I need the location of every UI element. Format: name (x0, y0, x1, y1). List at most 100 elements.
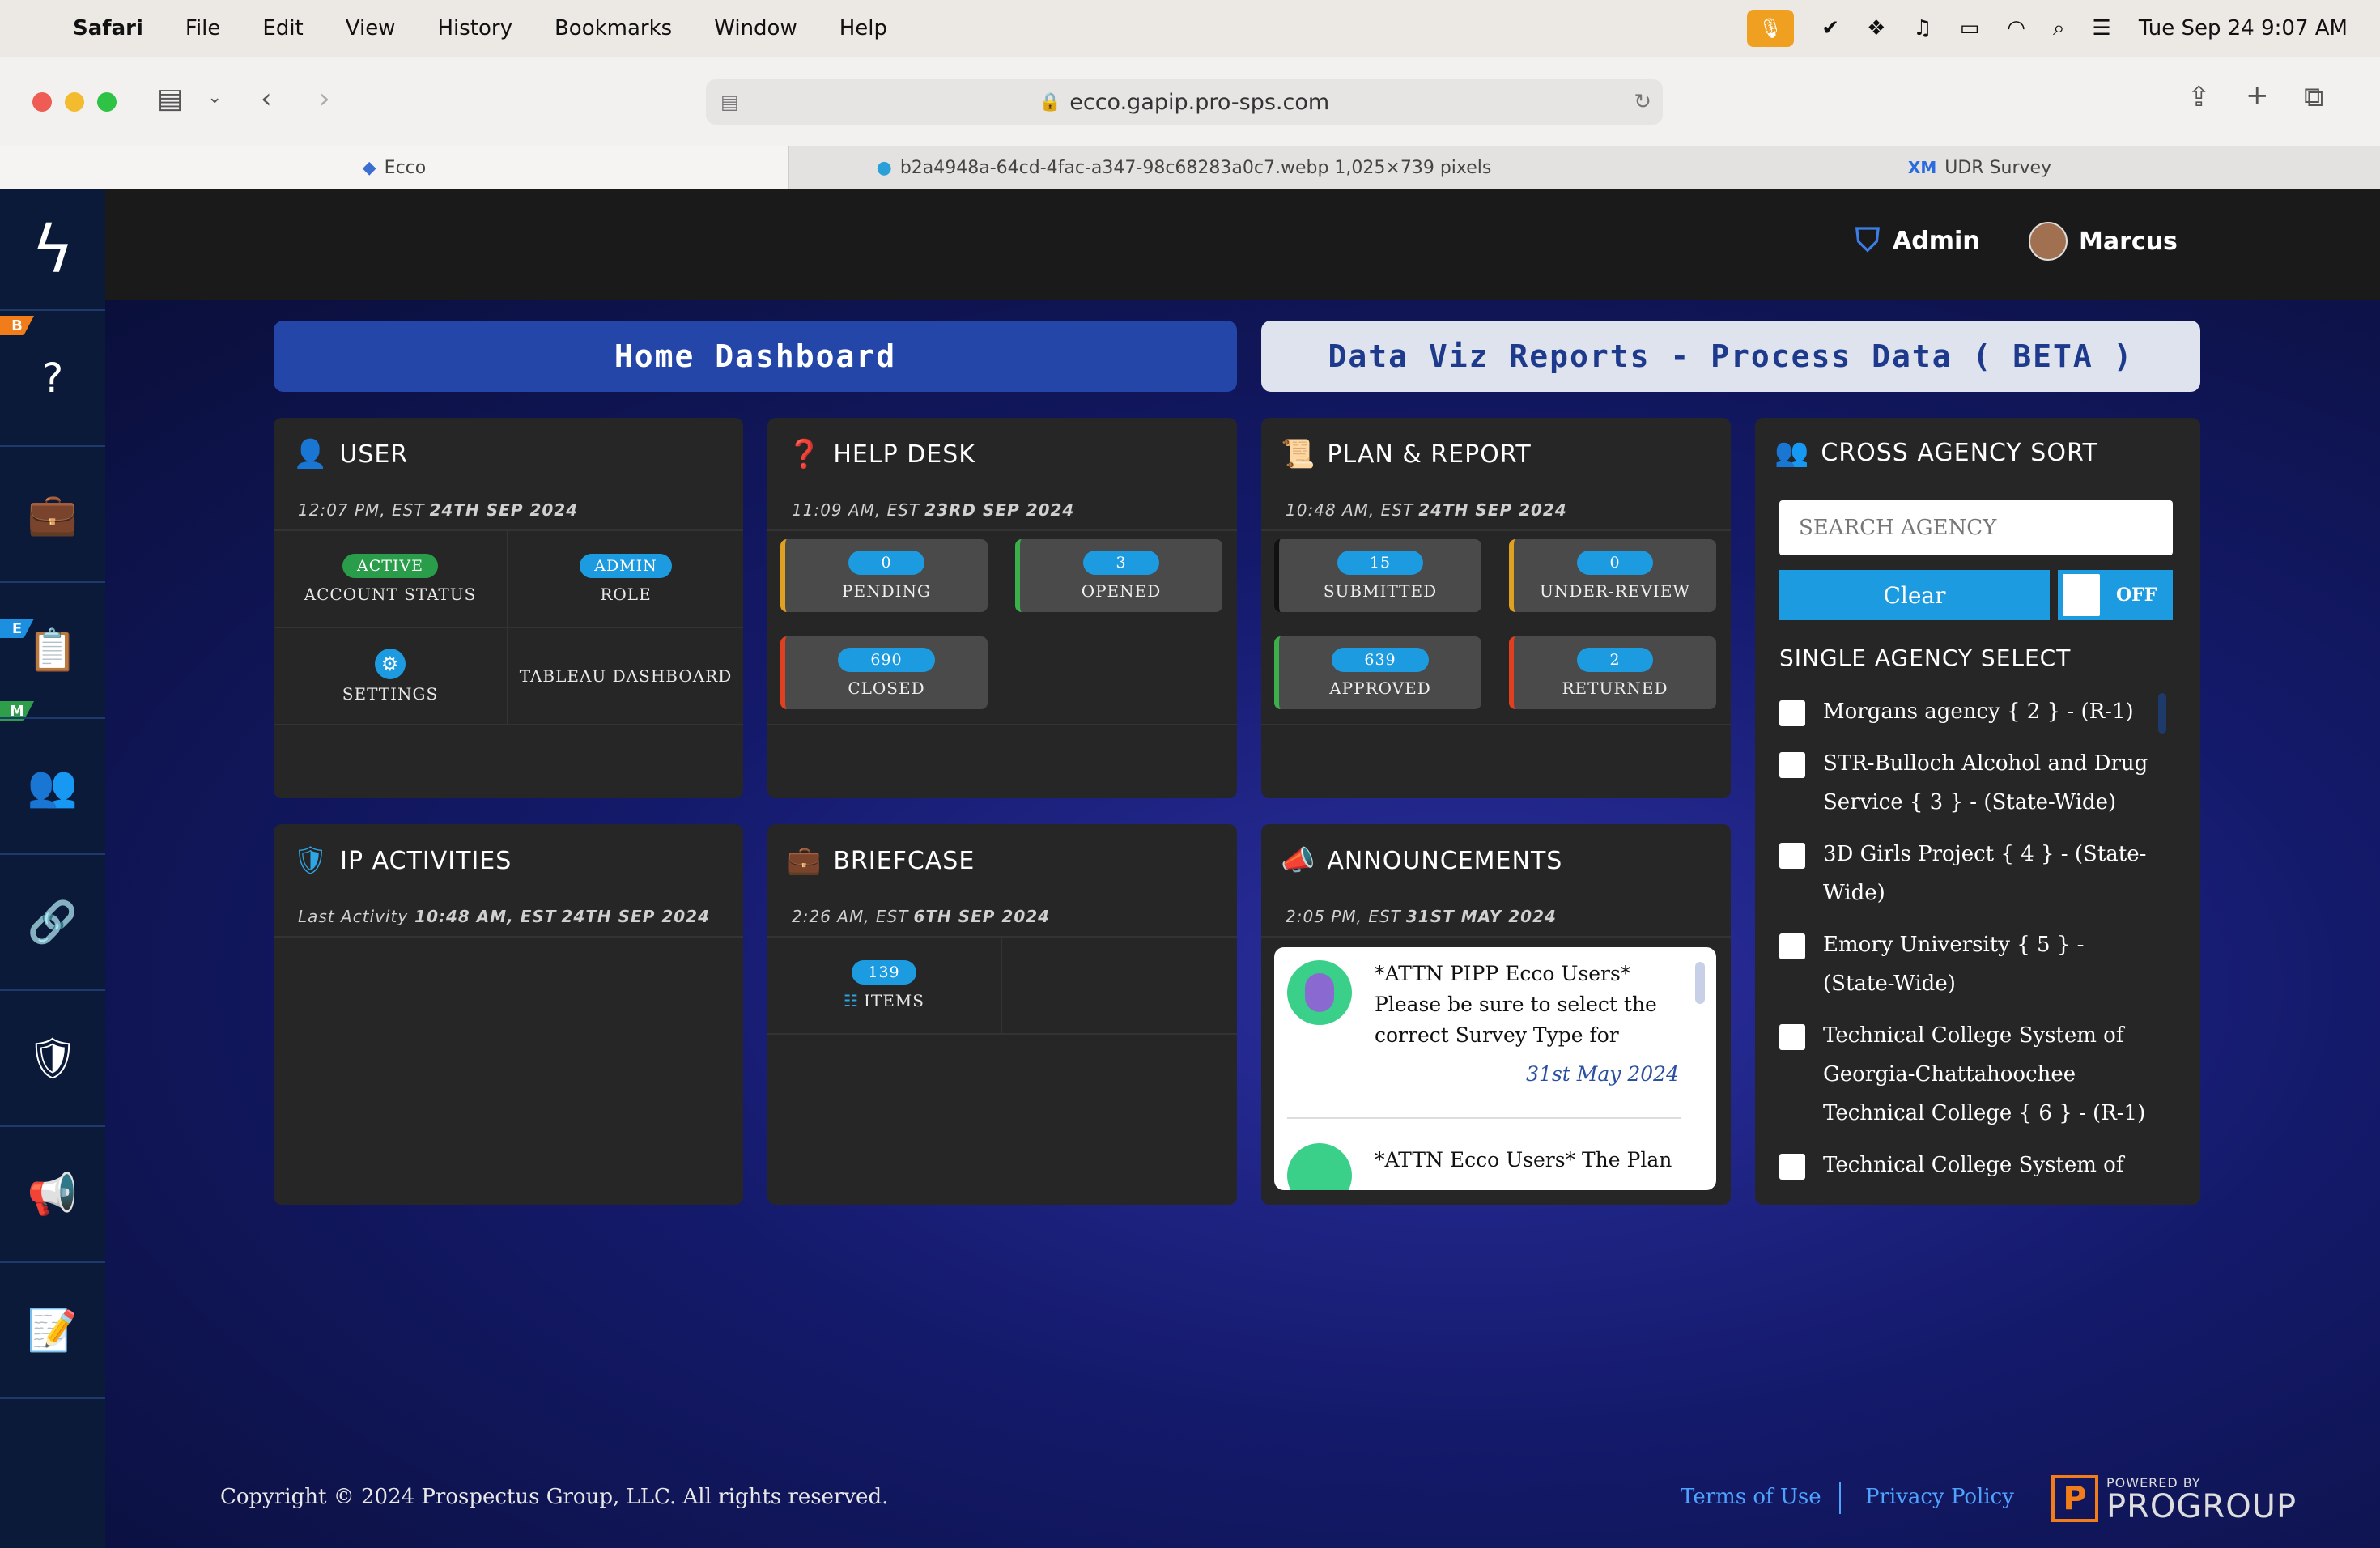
menu-window[interactable]: Window (714, 16, 797, 40)
menu-history[interactable]: History (437, 16, 512, 40)
pending-tile[interactable]: 0 PENDING (780, 539, 988, 612)
tab-ecco[interactable]: ◆ Ecco (0, 146, 789, 189)
opened-tile[interactable]: 3 OPENED (1015, 539, 1222, 612)
chevron-down-icon[interactable]: ⌄ (207, 87, 222, 108)
approved-label: APPROVED (1329, 678, 1431, 698)
menu-app-name[interactable]: Safari (73, 16, 143, 40)
announcement-list[interactable]: *ATTN PIPP Ecco Users* Please be sure to… (1274, 947, 1716, 1190)
submitted-tile[interactable]: 15 SUBMITTED (1274, 539, 1481, 612)
menu-bookmarks[interactable]: Bookmarks (555, 16, 672, 40)
new-tab-icon[interactable]: + (2246, 79, 2269, 112)
agency-label: Morgans agency { 2 } - (R-1) (1823, 700, 2134, 724)
privacy-link[interactable]: Privacy Policy (1865, 1485, 2014, 1509)
briefcase-nav-icon[interactable]: 💼 (0, 447, 105, 583)
control-center-icon[interactable]: ☰ (2093, 16, 2111, 40)
back-icon[interactable]: ‹ (261, 83, 272, 115)
tab-bar: ◆ Ecco ● b2a4948a-64cd-4fac-a347-98c6828… (0, 146, 2380, 189)
card-title: CROSS AGENCY SORT (1821, 438, 2098, 467)
scrollbar[interactable] (1695, 962, 1705, 1004)
minimize-window-button[interactable] (65, 92, 84, 112)
wifi-icon[interactable]: ◠ (2007, 16, 2025, 40)
gear-icon: ⚙ (375, 649, 406, 679)
submitted-count: 15 (1337, 551, 1424, 575)
menu-file[interactable]: File (185, 16, 221, 40)
tableau-dashboard-cell[interactable]: TABLEAU DASHBOARD (508, 628, 743, 725)
terms-link[interactable]: Terms of Use (1681, 1485, 1821, 1509)
agency-label: Technical College System of Georgia-Chat… (1823, 1023, 2146, 1125)
agency-checkbox[interactable] (1779, 843, 1805, 869)
card-timestamp: Last Activity 10:48 AM, EST 24TH SEP 2024 (274, 897, 743, 938)
airpods-icon[interactable]: ♫ (1913, 16, 1932, 40)
tab-image[interactable]: ● b2a4948a-64cd-4fac-a347-98c68283a0c7.w… (789, 146, 1579, 189)
briefcase-card: 💼 BRIEFCASE 2:26 AM, EST 6TH SEP 2024 139 … (767, 824, 1237, 1205)
agency-scrollbar[interactable] (2158, 693, 2166, 734)
search-icon[interactable]: ⌕ (2053, 16, 2065, 41)
items-cell[interactable]: 139 ☷ ITEMS (767, 938, 1002, 1035)
briefcase-icon: 💼 (787, 844, 822, 877)
share-icon[interactable]: ⇪ (2187, 81, 2211, 113)
clear-button[interactable]: Clear (1779, 570, 2050, 620)
settings-label: SETTINGS (342, 684, 439, 704)
agency-checkbox[interactable] (1779, 933, 1805, 959)
reload-icon[interactable]: ↻ (1634, 90, 1651, 114)
user-menu[interactable]: Marcus (2029, 222, 2178, 261)
returned-tile[interactable]: 2 RETURNED (1509, 636, 1716, 709)
dropbox-icon[interactable]: ❖ (1867, 16, 1885, 40)
role-badge: ADMIN (580, 554, 672, 578)
user-icon: 👤 (293, 438, 329, 470)
agency-item[interactable]: Morgans agency { 2 } - (R-1) (1779, 692, 2152, 731)
card-timestamp: 2:26 AM, EST 6TH SEP 2024 (767, 897, 1237, 938)
check-icon[interactable]: ✔ (1821, 16, 1839, 40)
close-window-button[interactable] (32, 92, 52, 112)
admin-shield-icon: ⛉ (1855, 222, 1880, 259)
agency-checkbox[interactable] (1779, 700, 1805, 726)
under-review-count: 0 (1577, 551, 1653, 575)
agency-item[interactable]: Technical College System of Georgia-Chat… (1779, 1016, 2152, 1133)
data-viz-button[interactable]: Data Viz Reports - Process Data ( BETA ) (1261, 321, 2200, 392)
microphone-icon[interactable]: 🎙 (1747, 10, 1795, 47)
role-label: ROLE (600, 585, 652, 604)
agency-checkbox[interactable] (1779, 1024, 1805, 1050)
app-logo-icon[interactable]: ϟ (0, 189, 105, 311)
settings-cell[interactable]: ⚙ SETTINGS (274, 628, 508, 725)
menu-view[interactable]: View (346, 16, 396, 40)
sidebar-toggle-icon[interactable]: ▤ (157, 83, 183, 115)
forward-icon[interactable]: › (319, 83, 330, 115)
progroup-logo-icon: P (2051, 1475, 2098, 1522)
menu-edit[interactable]: Edit (262, 16, 303, 40)
shield-nav-icon[interactable]: 🛡 (0, 991, 105, 1127)
admin-menu[interactable]: ⛉ Admin (1855, 222, 1980, 259)
agency-item[interactable]: Technical College System of (1779, 1146, 2152, 1193)
link-nav-icon[interactable]: 🔗 (0, 855, 105, 991)
agency-checkbox[interactable] (1779, 752, 1805, 778)
search-agency-input[interactable]: SEARCH AGENCY (1779, 500, 2173, 555)
account-status-cell: ACTIVE ACCOUNT STATUS (274, 531, 508, 628)
reports-nav-icon[interactable]: 📋 (0, 583, 105, 719)
menu-help[interactable]: Help (839, 16, 887, 40)
agency-checkbox[interactable] (1779, 1154, 1805, 1180)
menubar-datetime[interactable]: Tue Sep 24 9:07 AM (2139, 16, 2348, 40)
megaphone-icon: 📣 (1281, 844, 1316, 877)
approved-tile[interactable]: 639 APPROVED (1274, 636, 1481, 709)
checklist-nav-icon[interactable]: 📝 (0, 1263, 105, 1399)
closed-tile[interactable]: 690 CLOSED (780, 636, 988, 709)
battery-icon[interactable]: ▭ (1960, 16, 1980, 40)
zoom-window-button[interactable] (97, 92, 117, 112)
address-bar[interactable]: ▤ 🔒 ecco.gapip.pro-sps.com ↻ (706, 79, 1663, 125)
announcement-avatar (1287, 960, 1352, 1025)
progroup-brand: PROGROUP (2106, 1488, 2297, 1525)
agency-label: Technical College System of (1823, 1153, 2124, 1177)
agency-toggle[interactable]: OFF (2058, 570, 2173, 620)
agency-item[interactable]: 3D Girls Project { 4 } - (State-Wide) (1779, 835, 2152, 912)
helpdesk-nav-icon[interactable]: ? (0, 311, 105, 447)
agency-item[interactable]: STR-Bulloch Alcohol and Drug Service { 3… (1779, 744, 2152, 822)
role-cell: ADMIN ROLE (508, 531, 743, 628)
home-dashboard-button[interactable]: Home Dashboard (274, 321, 1237, 392)
users-nav-icon[interactable]: 👥 (0, 719, 105, 855)
tab-udr-survey[interactable]: XM UDR Survey (1579, 146, 2380, 189)
megaphone-nav-icon[interactable]: 📢 (0, 1127, 105, 1263)
under-review-tile[interactable]: 0 UNDER-REVIEW (1509, 539, 1716, 612)
tab-overview-icon[interactable]: ⧉ (2304, 81, 2323, 113)
agency-item[interactable]: Emory University { 5 } - (State-Wide) (1779, 925, 2152, 1003)
submitted-label: SUBMITTED (1323, 581, 1438, 601)
